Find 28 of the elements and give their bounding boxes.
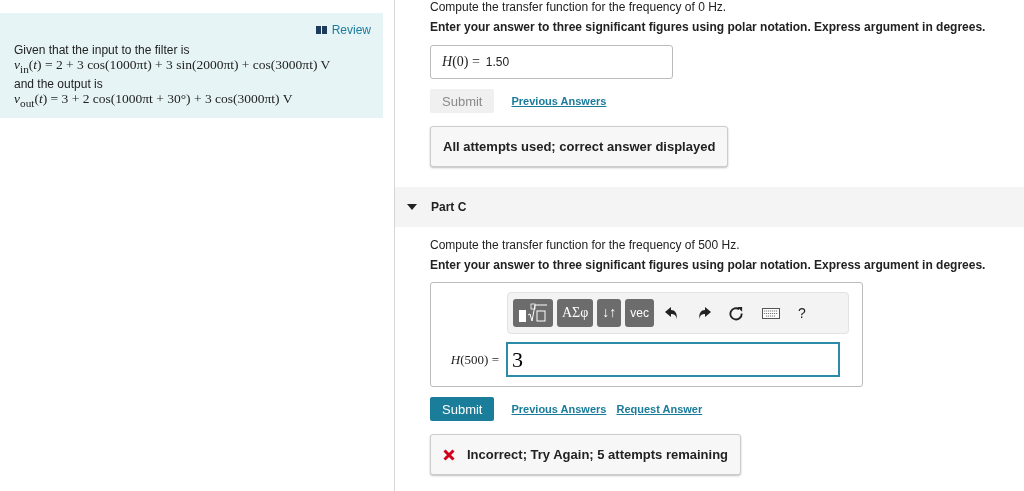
help-button[interactable]: ? [791, 305, 813, 321]
question-prompt: Compute the transfer function for the frequency of 0 Hz. [430, 0, 728, 14]
symbol-button[interactable]: ↓↑ [597, 299, 622, 327]
answers-link[interactable]: Previous Answers [511, 95, 607, 107]
problem-text: Given that the input to the filter is [14, 43, 191, 57]
output-formula: v$_{out}$(t) = 3 + 2 cos(1000πt + 30°) + 3 cos(3000πt) V [14, 90, 294, 111]
cross-icon [443, 448, 455, 461]
feedback-text: All attempts used; correct answer displayed [443, 139, 716, 154]
instruction-text: Enter your answer to three significant figures using polar notation. Express argument in degrees. [430, 20, 987, 34]
answers-link[interactable]: Previous Answers [511, 403, 607, 415]
part-header[interactable]: Part C [395, 187, 1024, 227]
problem-text: and the output is [14, 76, 104, 91]
submit-button[interactable]: Submit [430, 397, 495, 421]
instruction-text: Enter your answer to three significant figures using polar notation. Express argument in degrees. [430, 258, 987, 272]
review-link[interactable]: Review [315, 23, 371, 37]
templates-button[interactable] [513, 299, 553, 327]
symbol-button[interactable]: ΑΣφ [557, 299, 594, 327]
answers-link[interactable]: Request Answer [616, 403, 703, 415]
answer-label: H(0) = [442, 54, 480, 70]
book-icon [315, 26, 327, 34]
question-prompt: Compute the transfer function for the frequency of 500 Hz. [430, 238, 741, 252]
symbol-button[interactable]: vec [625, 299, 655, 327]
input-formula: v$_{in}$(t) = 2 + 3 cos(1000πt) + 3 sin(2000πt) + cos(3000πt) V [14, 57, 332, 77]
part-title: Part C [431, 200, 467, 214]
answer-field[interactable]: 3 [506, 342, 840, 377]
answer-label: H(500) = [449, 351, 499, 368]
feedback-text: Incorrect; Try Again; 5 attempts remaining [467, 447, 729, 462]
answer-value: 1.50 [485, 55, 510, 69]
